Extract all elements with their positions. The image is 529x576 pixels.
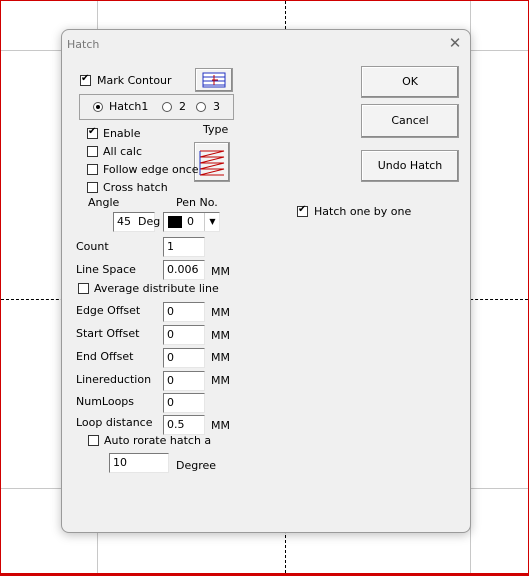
angle-label: Angle bbox=[88, 196, 120, 209]
hatch-dialog: Hatch ✕ Mark Contour Hatch1 2 3 Enable T… bbox=[61, 29, 471, 533]
hatch1-label: Hatch1 bbox=[109, 100, 149, 113]
contour-pen-button[interactable] bbox=[195, 68, 233, 92]
count-label: Count bbox=[76, 240, 109, 253]
pen-number: 0 bbox=[187, 215, 194, 228]
mark-contour-checkbox[interactable] bbox=[80, 73, 91, 86]
hatch2-label: 2 bbox=[179, 100, 186, 113]
num-loops-input[interactable]: 0 bbox=[163, 393, 205, 413]
title-bar[interactable]: Hatch ✕ bbox=[62, 30, 470, 58]
auto-rotate-label-clip: Auto rorate hatch angle bbox=[104, 434, 212, 450]
loop-distance-unit: MM bbox=[211, 419, 230, 432]
line-space-label: Line Space bbox=[76, 263, 136, 276]
mark-contour-label: Mark Contour bbox=[97, 74, 172, 87]
chevron-down-icon[interactable]: ▼ bbox=[204, 213, 220, 231]
undo-hatch-button[interactable]: Undo Hatch bbox=[361, 150, 459, 182]
pen-label: Pen No. bbox=[176, 196, 218, 209]
hatch1-radio[interactable] bbox=[93, 102, 103, 112]
hatch2-radio[interactable] bbox=[162, 102, 172, 112]
hatch-one-by-one-label: Hatch one by one bbox=[314, 205, 412, 218]
auto-rotate-label: Auto rorate hatch angle bbox=[104, 434, 212, 447]
close-icon[interactable]: ✕ bbox=[448, 34, 462, 52]
edge-offset-label: Edge Offset bbox=[76, 304, 141, 317]
all-calc-label: All calc bbox=[103, 145, 143, 158]
loop-distance-label: Loop distance bbox=[76, 416, 153, 429]
hatch-type-icon bbox=[199, 150, 225, 176]
angle-unit-label: Deg bbox=[138, 215, 161, 228]
edge-offset-unit: MM bbox=[211, 306, 230, 319]
hatch-one-by-one-checkbox[interactable] bbox=[297, 204, 308, 217]
hatch3-radio[interactable] bbox=[196, 102, 206, 112]
follow-edge-once-checkbox[interactable] bbox=[87, 164, 98, 175]
line-space-unit: MM bbox=[211, 265, 230, 278]
end-offset-unit: MM bbox=[211, 351, 230, 364]
start-offset-label: Start Offset bbox=[76, 327, 140, 340]
end-offset-label: End Offset bbox=[76, 350, 134, 363]
degree-unit: Degree bbox=[176, 459, 217, 472]
count-input[interactable]: 1 bbox=[163, 237, 205, 257]
cancel-button[interactable]: Cancel bbox=[361, 104, 459, 138]
loop-distance-input[interactable]: 0.5 bbox=[163, 415, 205, 435]
degree-input[interactable]: 10 bbox=[109, 453, 169, 473]
start-offset-input[interactable]: 0 bbox=[163, 325, 205, 345]
pen-select[interactable]: 0 ▼ bbox=[163, 212, 220, 232]
linereduction-label: Linereduction bbox=[76, 373, 152, 386]
auto-rotate-checkbox[interactable] bbox=[88, 435, 99, 446]
start-offset-unit: MM bbox=[211, 329, 230, 342]
all-calc-checkbox[interactable] bbox=[87, 146, 98, 157]
ok-button[interactable]: OK bbox=[361, 66, 459, 98]
end-offset-input[interactable]: 0 bbox=[163, 348, 205, 368]
line-space-input[interactable]: 0.006 bbox=[163, 260, 205, 280]
hatch3-label: 3 bbox=[213, 100, 220, 113]
cross-hatch-label: Cross hatch bbox=[103, 181, 168, 194]
hatch-type-button[interactable] bbox=[194, 142, 230, 182]
contour-lines-icon bbox=[202, 72, 226, 88]
cross-hatch-checkbox[interactable] bbox=[87, 182, 98, 193]
edge-offset-input[interactable]: 0 bbox=[163, 302, 205, 322]
linereduction-input[interactable]: 0 bbox=[163, 371, 205, 391]
type-label: Type bbox=[203, 123, 229, 136]
enable-label: Enable bbox=[103, 127, 141, 140]
num-loops-label: NumLoops bbox=[76, 395, 135, 408]
average-distribute-label: Average distribute line bbox=[94, 282, 219, 295]
linereduction-unit: MM bbox=[211, 374, 230, 387]
follow-edge-once-label: Follow edge once bbox=[103, 163, 199, 176]
dialog-title: Hatch bbox=[67, 38, 100, 51]
pen-color-swatch bbox=[168, 216, 182, 228]
average-distribute-checkbox[interactable] bbox=[78, 283, 89, 294]
enable-checkbox[interactable] bbox=[87, 126, 98, 139]
hatch-select-group: Hatch1 2 3 bbox=[79, 94, 234, 120]
